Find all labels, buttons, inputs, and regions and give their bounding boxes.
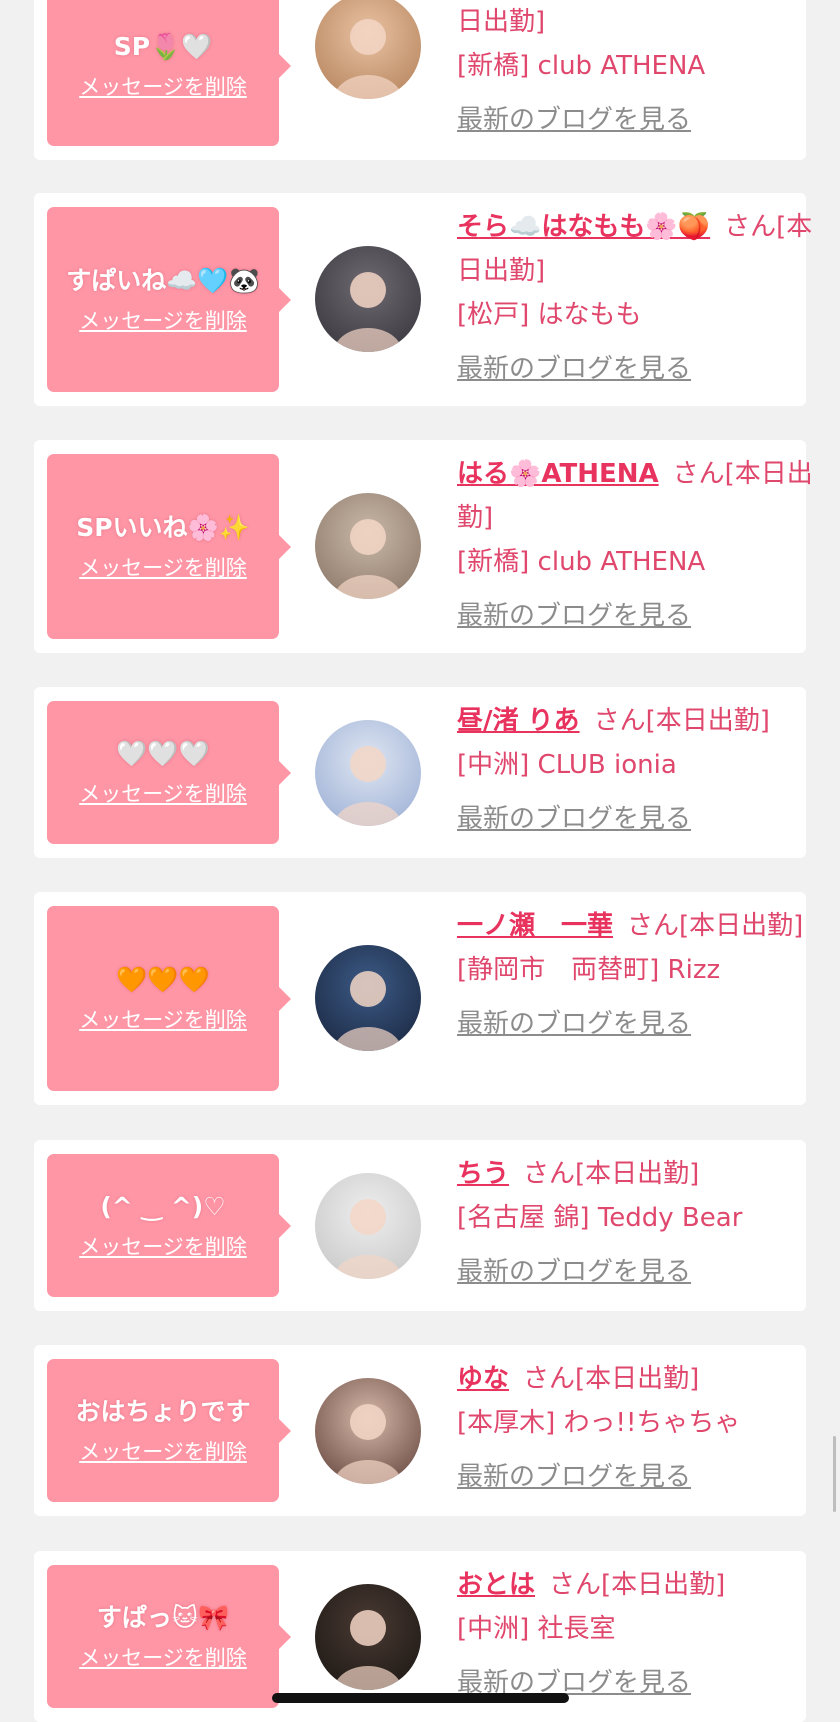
avatar[interactable] (315, 0, 421, 99)
message-text: 🧡🧡🧡 (116, 964, 210, 994)
latest-blog-link[interactable]: 最新のブログを見る (457, 797, 829, 841)
delete-message-link[interactable]: メッセージを削除 (79, 778, 247, 808)
message-bubble: すぱいね☁️🩵🐼 メッセージを削除 (47, 207, 291, 392)
message-card: 🤍🤍🤍 メッセージを削除 昼/渚 りあ さん[本日出勤] [中洲] CLUB io… (34, 687, 806, 858)
latest-blog-link[interactable]: 最新のブログを見る (457, 1002, 829, 1046)
girl-name-line: 一ノ瀬 一華 さん[本日出勤] (457, 904, 829, 948)
avatar[interactable] (315, 1584, 421, 1690)
delete-message-link[interactable]: メッセージを削除 (79, 1004, 247, 1034)
photo-avatar-icon (315, 493, 421, 599)
photo-avatar-icon (315, 1378, 421, 1484)
photo-avatar-icon (315, 1173, 421, 1279)
message-bubble: SP🌷🤍 メッセージを削除 (47, 0, 291, 146)
avatar[interactable] (315, 1378, 421, 1484)
home-indicator (272, 1693, 569, 1703)
message-bubble: 🧡🧡🧡 メッセージを削除 (47, 906, 291, 1091)
girl-name-link[interactable]: ちう (457, 1159, 509, 1189)
work-status: さん[本日出勤] (523, 1159, 700, 1189)
delete-message-link[interactable]: メッセージを削除 (79, 552, 247, 582)
shop-name: [本厚木] わっ!!ちゃちゃ (457, 1408, 741, 1438)
girl-name-line: ちう さん[本日出勤] (457, 1152, 829, 1196)
girl-name-link[interactable]: はる🌸ATHENA (457, 459, 659, 489)
message-card: SP🌷🤍 メッセージを削除 日出勤] [新橋] club ATHENA 最新のブ… (34, 0, 806, 160)
girl-name-link[interactable]: ゆな (457, 1364, 509, 1394)
shop-name: [新橋] club ATHENA (457, 51, 706, 81)
girl-name-line: はる🌸ATHENA さん[本日出勤] (457, 452, 829, 540)
girl-name-link[interactable]: 一ノ瀬 一華 (457, 911, 613, 941)
girl-info: そら☁️はなもも🌸🍑 さん[本日出勤] [松戸] はなもも 最新のブログを見る (457, 205, 829, 391)
shop-name: [静岡市 両替町] Rizz (457, 955, 721, 985)
shop-name: [中洲] 社長室 (457, 1614, 616, 1644)
message-bubble: すぱっ🐱🎀 メッセージを削除 (47, 1565, 291, 1708)
photo-avatar-icon (315, 945, 421, 1051)
shop-name: [新橋] club ATHENA (457, 547, 706, 577)
scrollbar-thumb[interactable] (833, 1436, 836, 1512)
girl-info: 昼/渚 りあ さん[本日出勤] [中洲] CLUB ionia 最新のブログを見る (457, 699, 829, 841)
delete-message-link[interactable]: メッセージを削除 (79, 71, 247, 101)
photo-avatar-icon (315, 720, 421, 826)
avatar[interactable] (315, 945, 421, 1051)
message-text: 🤍🤍🤍 (116, 738, 210, 768)
photo-avatar-icon (315, 246, 421, 352)
message-card: (^ ‿ ^)♡ メッセージを削除 ちう さん[本日出勤] [名古屋 錦] Ted… (34, 1140, 806, 1311)
message-card: すぱいね☁️🩵🐼 メッセージを削除 そら☁️はなもも🌸🍑 さん[本日出勤] [松戸… (34, 193, 812, 406)
girl-name-line: そら☁️はなもも🌸🍑 さん[本日出勤] (457, 205, 829, 293)
message-text: すぱっ🐱🎀 (96, 1602, 230, 1632)
girl-name-link[interactable]: おとは (457, 1570, 535, 1600)
work-status: さん[本日出勤] (627, 911, 804, 941)
avatar[interactable] (315, 493, 421, 599)
girl-info: ゆな さん[本日出勤] [本厚木] わっ!!ちゃちゃ 最新のブログを見る (457, 1357, 829, 1499)
delete-message-link[interactable]: メッセージを削除 (79, 1436, 247, 1466)
shop-name: [名古屋 錦] Teddy Bear (457, 1203, 743, 1233)
message-bubble: 🤍🤍🤍 メッセージを削除 (47, 701, 291, 844)
girl-info: ちう さん[本日出勤] [名古屋 錦] Teddy Bear 最新のブログを見る (457, 1152, 829, 1294)
avatar[interactable] (315, 1173, 421, 1279)
avatar[interactable] (315, 720, 421, 826)
delete-message-link[interactable]: メッセージを削除 (79, 305, 247, 335)
avatar[interactable] (315, 246, 421, 352)
shop-name: [中洲] CLUB ionia (457, 750, 677, 780)
work-status: さん[本日出勤] (523, 1364, 700, 1394)
girl-name-link[interactable]: 昼/渚 りあ (457, 706, 580, 736)
message-bubble: SPいいね🌸✨ メッセージを削除 (47, 454, 291, 639)
message-bubble: (^ ‿ ^)♡ メッセージを削除 (47, 1154, 291, 1297)
latest-blog-link[interactable]: 最新のブログを見る (457, 347, 829, 391)
latest-blog-link[interactable]: 最新のブログを見る (457, 98, 829, 142)
message-card: おはちょりです メッセージを削除 ゆな さん[本日出勤] [本厚木] わっ!!ちゃ… (34, 1345, 806, 1516)
message-text: すぱいね☁️🩵🐼 (66, 265, 260, 295)
shop-name: [松戸] はなもも (457, 300, 642, 330)
message-card: SPいいね🌸✨ メッセージを削除 はる🌸ATHENA さん[本日出勤] [新橋] … (34, 440, 813, 653)
latest-blog-link[interactable]: 最新のブログを見る (457, 1455, 829, 1499)
latest-blog-link[interactable]: 最新のブログを見る (457, 594, 829, 638)
message-text: おはちょりです (75, 1396, 251, 1426)
message-text: SP🌷🤍 (113, 32, 213, 61)
message-card: 🧡🧡🧡 メッセージを削除 一ノ瀬 一華 さん[本日出勤] [静岡市 両替町] Ri… (34, 892, 806, 1105)
work-status: 日出勤] (457, 7, 546, 37)
photo-avatar-icon (315, 0, 421, 99)
photo-avatar-icon (315, 1584, 421, 1690)
girl-name-line: 日出勤] (457, 0, 829, 44)
delete-message-link[interactable]: メッセージを削除 (79, 1231, 247, 1261)
girl-info: おとは さん[本日出勤] [中洲] 社長室 最新のブログを見る (457, 1563, 829, 1705)
delete-message-link[interactable]: メッセージを削除 (79, 1642, 247, 1672)
latest-blog-link[interactable]: 最新のブログを見る (457, 1250, 829, 1294)
message-bubble: おはちょりです メッセージを削除 (47, 1359, 291, 1502)
girl-name-line: ゆな さん[本日出勤] (457, 1357, 829, 1401)
work-status: さん[本日出勤] (549, 1570, 726, 1600)
work-status: さん[本日出勤] (593, 706, 770, 736)
girl-info: はる🌸ATHENA さん[本日出勤] [新橋] club ATHENA 最新のブロ… (457, 452, 829, 638)
girl-name-line: 昼/渚 りあ さん[本日出勤] (457, 699, 829, 743)
message-text: (^ ‿ ^)♡ (100, 1191, 226, 1221)
girl-name-line: おとは さん[本日出勤] (457, 1563, 829, 1607)
girl-info: 一ノ瀬 一華 さん[本日出勤] [静岡市 両替町] Rizz 最新のブログを見る (457, 904, 829, 1046)
message-text: SPいいね🌸✨ (76, 512, 250, 542)
girl-info: 日出勤] [新橋] club ATHENA 最新のブログを見る (457, 0, 829, 142)
girl-name-link[interactable]: そら☁️はなもも🌸🍑 (457, 212, 710, 242)
